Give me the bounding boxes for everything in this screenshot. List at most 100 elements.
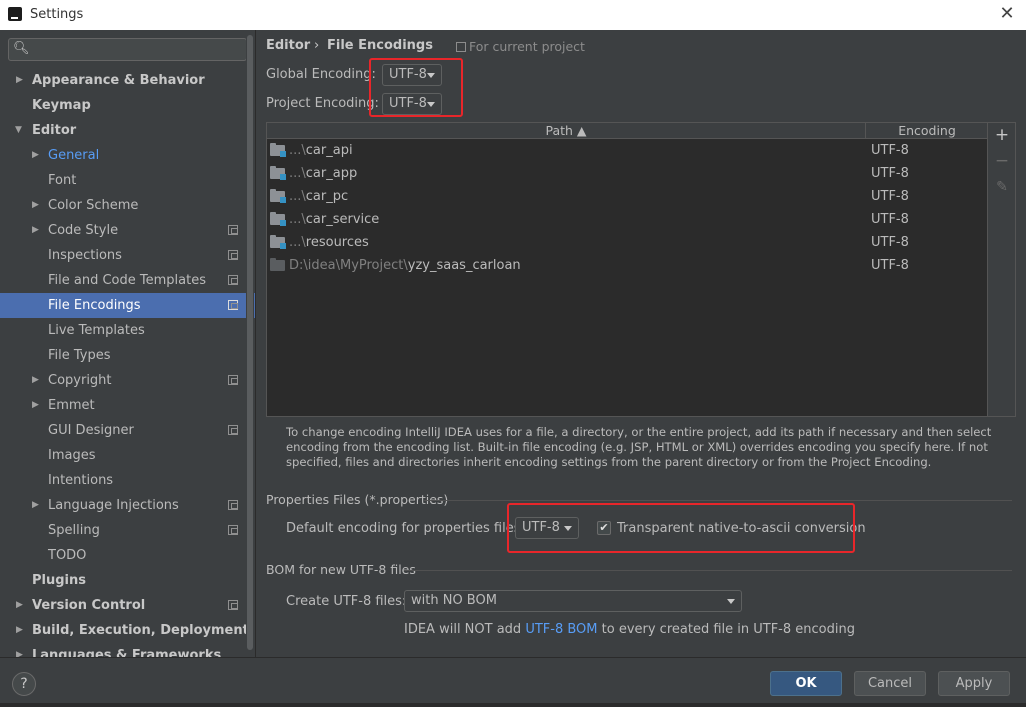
table-header: Path ▲ Encoding [267,123,987,139]
expand-arrow-icon[interactable]: ▶ [32,218,44,243]
section-divider [424,500,1012,501]
project-scope-icon [228,250,238,260]
row-encoding[interactable]: UTF-8 [871,139,909,162]
sidebar-item-general[interactable]: ▶ General [0,143,255,168]
ok-button[interactable]: OK [770,671,842,696]
sidebar-item-editor[interactable]: ▼ Editor [0,118,255,143]
sidebar-item-appearance-behavior[interactable]: ▶ Appearance & Behavior [0,68,255,93]
breadcrumb-separator: › [314,38,320,53]
folder-icon [270,143,286,157]
title-bar: Settings ✕ [0,0,1026,30]
sidebar-item-color-scheme[interactable]: ▶ Color Scheme [0,193,255,218]
table-toolbar: + − ✎ [988,122,1016,417]
sidebar-item-copyright[interactable]: ▶ Copyright [0,368,255,393]
collapse-arrow-icon[interactable]: ▼ [15,118,27,143]
sidebar-item-images[interactable]: Images [0,443,255,468]
sidebar-item-version-control[interactable]: ▶ Version Control [0,593,255,618]
properties-encoding-label: Default encoding for properties files: [286,521,525,536]
row-encoding[interactable]: UTF-8 [871,185,909,208]
search-icon: 🔍︎ [13,41,30,56]
expand-arrow-icon[interactable]: ▶ [16,593,28,618]
sidebar-item-plugins[interactable]: Plugins [0,568,255,593]
page-title: File Encodings [327,38,433,53]
expand-arrow-icon[interactable]: ▶ [16,68,28,93]
dialog-button-bar: ? OK Cancel Apply [0,657,1026,707]
scope-note: For current project [456,39,585,54]
table-row[interactable]: D:\idea\MyProject\yzy_saas_carloan UTF-8 [267,254,987,277]
close-icon[interactable]: ✕ [996,3,1018,25]
sidebar-item-build-execution-deployment[interactable]: ▶ Build, Execution, Deployment [0,618,255,643]
scrollbar-thumb[interactable] [247,35,253,650]
folder-icon [270,166,286,180]
row-encoding[interactable]: UTF-8 [871,208,909,231]
table-row[interactable]: ...\car_app UTF-8 [267,162,987,185]
window-title: Settings [30,7,84,22]
folder-icon [270,235,286,249]
cancel-button[interactable]: Cancel [854,671,926,696]
sidebar-item-keymap[interactable]: Keymap [0,93,255,118]
row-encoding[interactable]: UTF-8 [871,231,909,254]
bom-note: IDEA will NOT add UTF-8 BOM to every cre… [404,622,855,637]
sidebar-item-font[interactable]: Font [0,168,255,193]
sidebar-item-language-injections[interactable]: ▶ Language Injections [0,493,255,518]
expand-arrow-icon[interactable]: ▶ [32,143,44,168]
sidebar-item-todo[interactable]: TODO [0,543,255,568]
sidebar-item-file-types[interactable]: File Types [0,343,255,368]
edit-icon[interactable]: ✎ [992,177,1012,197]
folder-icon [270,212,286,226]
project-scope-icon [228,500,238,510]
table-row[interactable]: ...\car_pc UTF-8 [267,185,987,208]
search-input[interactable]: 🔍︎ [8,38,247,61]
sidebar-item-file-code-templates[interactable]: File and Code Templates [0,268,255,293]
chevron-down-icon [727,599,735,604]
expand-arrow-icon[interactable]: ▶ [32,193,44,218]
section-divider [404,570,1012,571]
sidebar-item-live-templates[interactable]: Live Templates [0,318,255,343]
project-scope-icon [456,42,466,52]
sidebar-item-emmet[interactable]: ▶ Emmet [0,393,255,418]
project-scope-icon [228,300,238,310]
row-encoding[interactable]: UTF-8 [871,254,909,277]
sidebar-scrollbar[interactable] [246,30,254,657]
column-header-path[interactable]: Path ▲ [267,123,866,139]
expand-arrow-icon[interactable]: ▶ [32,493,44,518]
project-scope-icon [228,425,238,435]
encoding-help-text: To change encoding IntelliJ IDEA uses fo… [286,425,992,469]
path-encoding-table: Path ▲ Encoding ...\car_api UTF-8 ...\ca… [266,122,988,417]
file-encodings-panel: Editor › File Encodings For current proj… [256,30,1026,657]
apply-button[interactable]: Apply [938,671,1010,696]
help-button[interactable]: ? [12,672,36,696]
column-header-encoding[interactable]: Encoding [867,123,987,139]
sidebar-item-intentions[interactable]: Intentions [0,468,255,493]
ide-status-strip [0,703,1026,707]
table-row[interactable]: ...\car_api UTF-8 [267,139,987,162]
highlight-box-encodings [369,58,463,117]
remove-icon[interactable]: − [992,151,1012,171]
project-scope-icon [228,275,238,285]
folder-icon [270,258,285,271]
sidebar-item-file-encodings[interactable]: File Encodings [0,293,255,318]
intellij-app-icon [8,7,22,21]
expand-arrow-icon[interactable]: ▶ [16,618,28,643]
sidebar-item-spelling[interactable]: Spelling [0,518,255,543]
breadcrumb-editor[interactable]: Editor [266,38,310,53]
create-utf8-label: Create UTF-8 files: [286,594,407,609]
project-scope-icon [228,375,238,385]
expand-arrow-icon[interactable]: ▶ [32,393,44,418]
sidebar-item-code-style[interactable]: ▶ Code Style [0,218,255,243]
create-utf8-dropdown[interactable]: with NO BOM [404,590,742,612]
row-encoding[interactable]: UTF-8 [871,162,909,185]
expand-arrow-icon[interactable]: ▶ [16,643,28,657]
highlight-box-properties [507,503,855,553]
bom-section-title: BOM for new UTF-8 files [266,562,416,577]
sidebar-item-languages-frameworks[interactable]: ▶ Languages & Frameworks [0,643,255,657]
add-icon[interactable]: + [992,125,1012,145]
expand-arrow-icon[interactable]: ▶ [32,368,44,393]
project-scope-icon [228,600,238,610]
table-row[interactable]: ...\resources UTF-8 [267,231,987,254]
sidebar-item-inspections[interactable]: Inspections [0,243,255,268]
utf8-bom-link[interactable]: UTF-8 BOM [525,622,597,637]
sidebar-item-gui-designer[interactable]: GUI Designer [0,418,255,443]
folder-icon [270,189,286,203]
table-row[interactable]: ...\car_service UTF-8 [267,208,987,231]
